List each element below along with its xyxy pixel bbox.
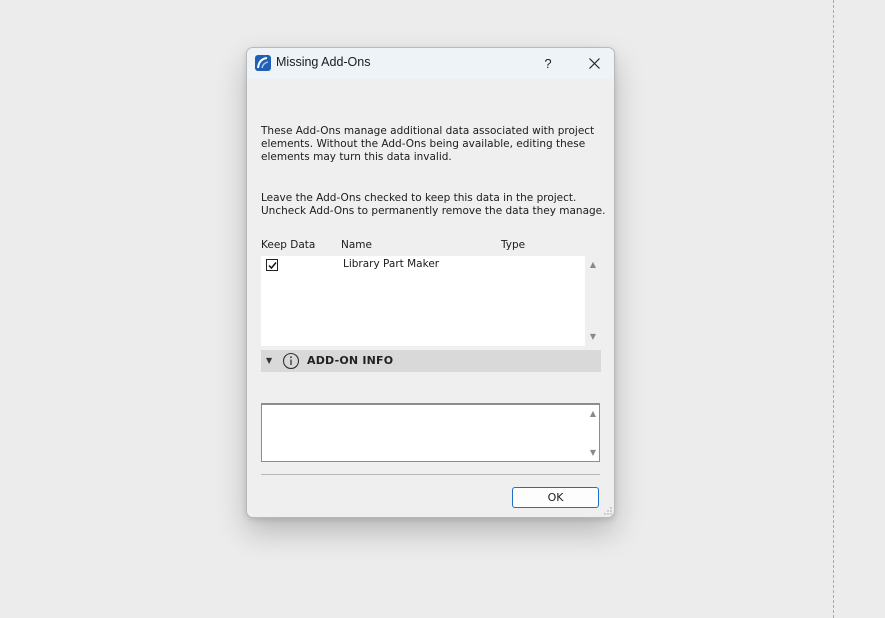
info-icon (282, 352, 300, 370)
divider (261, 474, 600, 475)
addons-list: Library Part Maker (261, 256, 585, 346)
help-button[interactable]: ? (534, 51, 562, 75)
column-header-type: Type (501, 239, 526, 251)
list-scroll-up-icon[interactable]: ▲ (587, 260, 599, 269)
dialog-title: Missing Add-Ons (276, 55, 371, 69)
title-bar: Missing Add-Ons ? (247, 48, 614, 79)
column-header-name: Name (341, 239, 372, 251)
info-scroll-down-icon[interactable]: ▼ (587, 448, 599, 457)
ok-button[interactable]: OK (512, 487, 599, 508)
help-icon: ? (544, 55, 552, 71)
checkmark-icon (267, 261, 277, 269)
description-text: These Add-Ons manage additional data ass… (261, 125, 595, 163)
dashed-guide-line (833, 0, 834, 618)
section-title: ADD-ON INFO (307, 354, 394, 367)
close-button[interactable] (580, 51, 608, 75)
resize-grip-icon[interactable] (604, 507, 612, 515)
info-scroll-up-icon[interactable]: ▲ (587, 409, 599, 418)
column-header-keep-data: Keep Data (261, 239, 316, 251)
instruction-text: Leave the Add-Ons checked to keep this d… (261, 192, 606, 217)
keep-data-checkbox[interactable] (266, 259, 278, 271)
addon-info-section-header[interactable]: ▼ ADD-ON INFO (261, 350, 601, 372)
addon-info-textbox[interactable] (261, 403, 600, 462)
close-icon (588, 57, 600, 69)
collapse-triangle-icon: ▼ (266, 356, 273, 365)
list-scroll-down-icon[interactable]: ▼ (587, 332, 599, 341)
addon-name: Library Part Maker (343, 258, 440, 270)
archicad-app-icon (255, 55, 271, 71)
missing-addons-dialog: Missing Add-Ons ? These Add-Ons manage a… (246, 47, 615, 518)
